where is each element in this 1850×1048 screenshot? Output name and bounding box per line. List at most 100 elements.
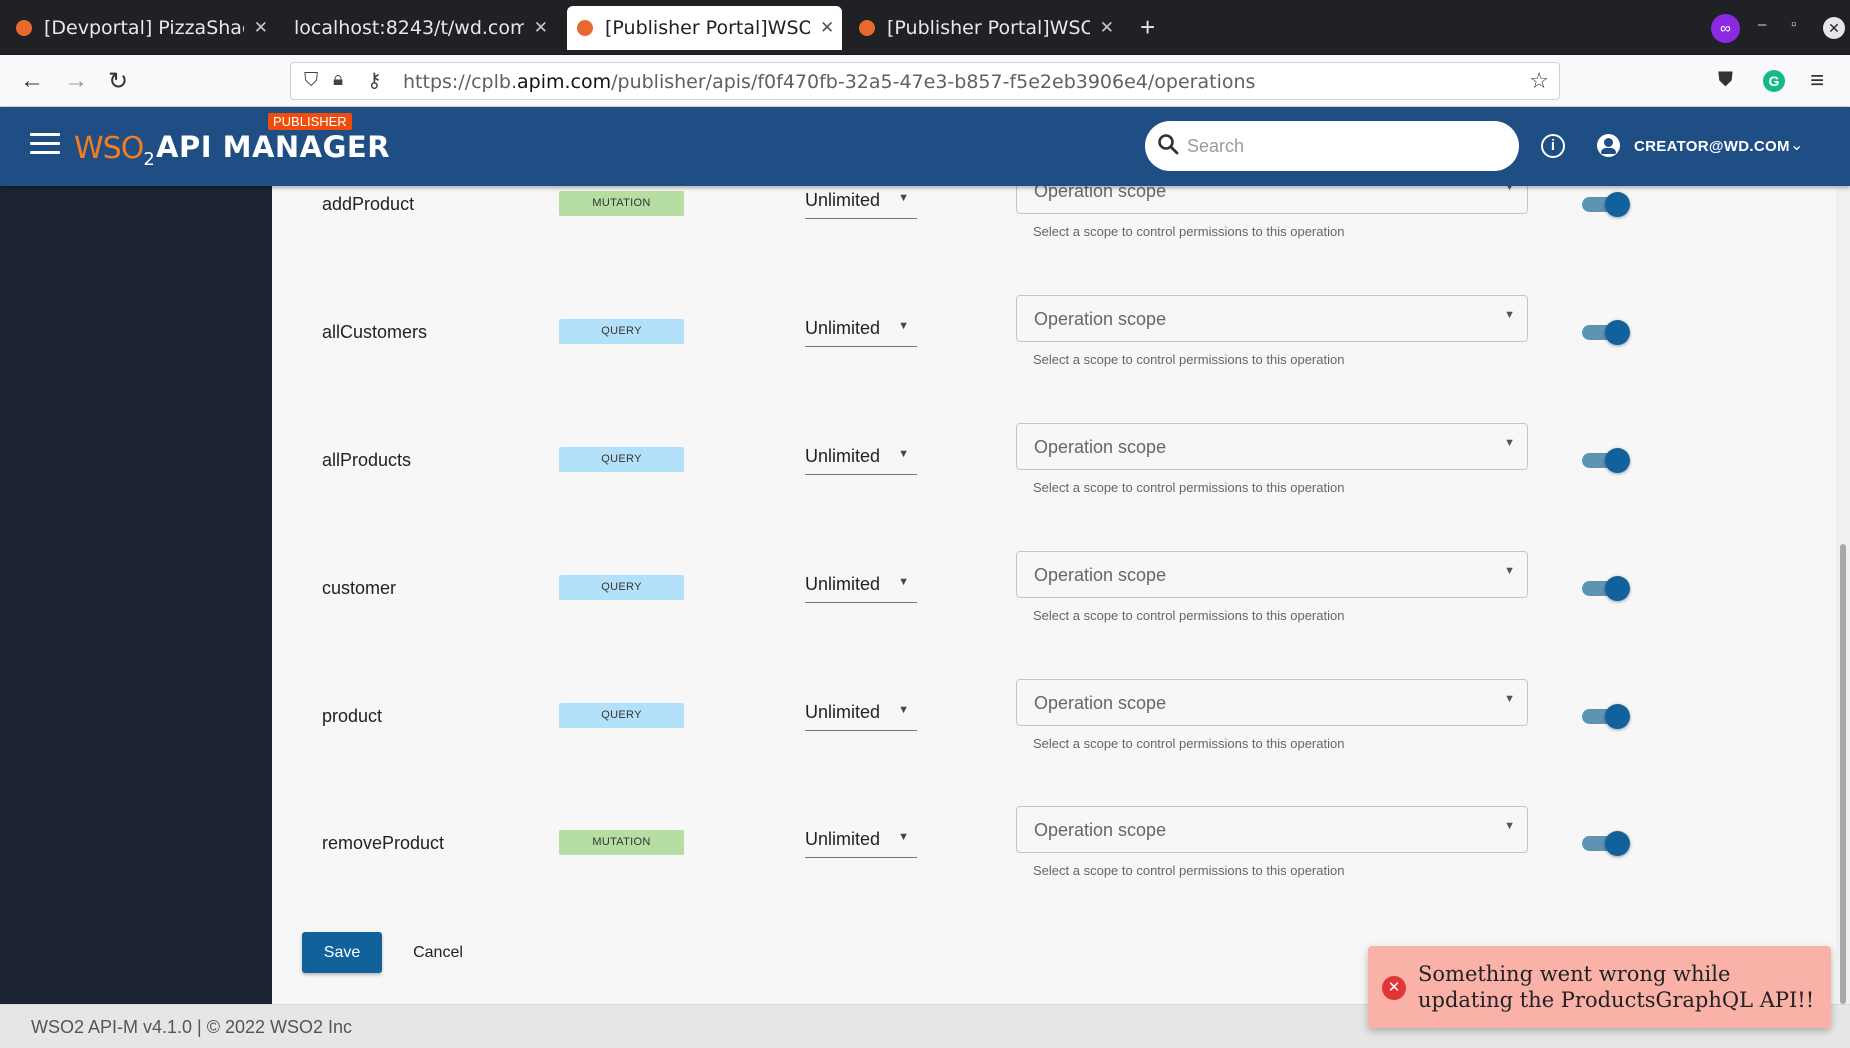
wso2-favicon-icon xyxy=(577,20,593,36)
operation-scope-select[interactable]: Operation scope ▼ xyxy=(1016,295,1528,342)
bookmark-star-icon[interactable]: ☆ xyxy=(1529,68,1549,94)
account-icon[interactable] xyxy=(1597,134,1620,157)
private-browsing-icon: ∞ xyxy=(1711,14,1740,43)
scrollbar-thumb[interactable] xyxy=(1840,544,1846,1004)
wso2-favicon-icon xyxy=(16,20,32,36)
operation-row: customer QUERY Unlimited ▼ Operation sco… xyxy=(272,551,1832,658)
dropdown-arrow-icon: ▼ xyxy=(1504,820,1515,832)
chevron-down-icon[interactable]: ⌄ xyxy=(1790,135,1803,155)
dropdown-arrow-icon: ▼ xyxy=(898,448,909,460)
dropdown-arrow-icon: ▼ xyxy=(898,704,909,716)
dropdown-arrow-icon: ▼ xyxy=(1504,565,1515,577)
dropdown-arrow-icon: ▼ xyxy=(1504,437,1515,449)
security-toggle[interactable] xyxy=(1582,192,1630,217)
close-tab-icon[interactable]: ✕ xyxy=(820,18,834,38)
browser-tab-bar: [Devportal] PizzaShackAPI ✕ localhost:82… xyxy=(0,0,1850,55)
scope-help-text: Select a scope to control permissions to… xyxy=(1033,863,1345,878)
operation-scope-select[interactable]: Operation scope ▼ xyxy=(1016,423,1528,470)
app-header: WSO2 API MANAGER PUBLISHER Search i CREA… xyxy=(0,107,1850,186)
browser-nav-bar: ← → ↻ ⛉ 🔒︎ ⚷ https://cplb.apim.com/publi… xyxy=(0,55,1850,107)
pocket-icon[interactable]: ⛊ xyxy=(1718,69,1733,92)
forward-icon[interactable]: → xyxy=(64,67,88,95)
close-tab-icon[interactable]: ✕ xyxy=(1100,18,1114,38)
url-text: https://cplb.apim.com/publisher/apis/f0f… xyxy=(403,71,1256,93)
operation-scope-select[interactable]: Operation scope ▼ xyxy=(1016,551,1528,598)
grammarly-icon[interactable]: G xyxy=(1763,70,1785,92)
info-icon[interactable]: i xyxy=(1541,134,1565,158)
scope-help-text: Select a scope to control permissions to… xyxy=(1033,224,1345,239)
dropdown-arrow-icon: ▼ xyxy=(898,192,909,204)
operation-type-badge: QUERY xyxy=(559,575,684,600)
dropdown-arrow-icon: ▼ xyxy=(1504,309,1515,321)
operation-type-badge: MUTATION xyxy=(559,830,684,855)
dropdown-arrow-icon: ▼ xyxy=(898,576,909,588)
address-bar[interactable]: ⛉ 🔒︎ ⚷ https://cplb.apim.com/publisher/a… xyxy=(290,62,1560,100)
error-icon: ✕ xyxy=(1382,976,1406,1000)
operation-row: removeProduct MUTATION Unlimited ▼ Opera… xyxy=(272,806,1832,913)
operation-scope-select[interactable]: Operation scope ▼ xyxy=(1016,679,1528,726)
key-icon[interactable]: ⚷ xyxy=(367,68,382,93)
back-icon[interactable]: ← xyxy=(20,67,44,95)
operation-scope-select[interactable]: Operation scope ▼ xyxy=(1016,806,1528,853)
rate-limit-select[interactable]: Unlimited ▼ xyxy=(805,568,917,603)
publisher-badge: PUBLISHER xyxy=(268,113,352,130)
operation-type-badge: MUTATION xyxy=(559,191,684,216)
menu-icon[interactable] xyxy=(30,133,60,157)
reload-icon[interactable]: ↻ xyxy=(108,67,128,96)
cancel-button[interactable]: Cancel xyxy=(402,932,474,973)
close-tab-icon[interactable]: ✕ xyxy=(534,18,548,38)
user-menu[interactable]: CREATOR@WD.COM xyxy=(1634,138,1790,155)
browser-tab-devportal[interactable]: [Devportal] PizzaShackAPI ✕ xyxy=(14,6,268,50)
operation-row: allProducts QUERY Unlimited ▼ Operation … xyxy=(272,423,1832,530)
lock-icon[interactable]: 🔒︎ xyxy=(333,69,343,91)
dropdown-arrow-icon: ▼ xyxy=(1504,693,1515,705)
operation-name: customer xyxy=(322,578,397,598)
operation-row: addProduct MUTATION Unlimited ▼ Operatio… xyxy=(272,167,1832,274)
browser-tab-publisher-active[interactable]: [Publisher Portal]WSO2 A ✕ xyxy=(567,6,842,50)
error-toast[interactable]: ✕ Something went wrong while updating th… xyxy=(1368,946,1831,1028)
page-scrollbar[interactable] xyxy=(1836,186,1850,1004)
rate-limit-select[interactable]: Unlimited ▼ xyxy=(805,823,917,858)
rate-limit-select[interactable]: Unlimited ▼ xyxy=(805,440,917,475)
operation-name: removeProduct xyxy=(322,833,445,853)
search-icon xyxy=(1158,134,1179,155)
browser-tab-localhost[interactable]: localhost:8243/t/wd.com/sw ✕ xyxy=(294,6,548,50)
product-name: API MANAGER xyxy=(156,130,391,164)
dropdown-arrow-icon: ▼ xyxy=(898,320,909,332)
app-menu-icon[interactable]: ≡ xyxy=(1810,67,1824,95)
operation-type-badge: QUERY xyxy=(559,319,684,344)
security-toggle[interactable] xyxy=(1582,320,1630,345)
search-input[interactable]: Search xyxy=(1145,121,1519,171)
save-button[interactable]: Save xyxy=(302,932,382,973)
dropdown-arrow-icon: ▼ xyxy=(898,831,909,843)
wso2-logo: WSO2 xyxy=(74,131,155,170)
close-tab-icon[interactable]: ✕ xyxy=(254,18,268,38)
left-sidebar xyxy=(0,186,272,1004)
rate-limit-select[interactable]: Unlimited ▼ xyxy=(805,184,917,219)
scope-help-text: Select a scope to control permissions to… xyxy=(1033,480,1345,495)
operation-name: product xyxy=(322,706,383,726)
rate-limit-select[interactable]: Unlimited ▼ xyxy=(805,312,917,347)
toast-message: Something went wrong while updating the … xyxy=(1418,962,1815,1012)
scope-help-text: Select a scope to control permissions to… xyxy=(1033,736,1345,751)
security-toggle[interactable] xyxy=(1582,704,1630,729)
security-toggle[interactable] xyxy=(1582,576,1630,601)
minimize-window-button[interactable]: – xyxy=(1758,16,1766,33)
operation-name: allCustomers xyxy=(322,322,428,342)
operation-type-badge: QUERY xyxy=(559,703,684,728)
browser-tab-publisher[interactable]: [Publisher Portal]WSO2 A ✕ xyxy=(859,6,1114,50)
shield-icon[interactable]: ⛉ xyxy=(304,70,318,92)
maximize-window-button[interactable]: ▫ xyxy=(1791,16,1796,33)
operation-name: allProducts xyxy=(322,450,412,470)
operation-row: product QUERY Unlimited ▼ Operation scop… xyxy=(272,679,1832,786)
close-window-button[interactable]: ✕ xyxy=(1823,17,1845,39)
footer-text: WSO2 API-M v4.1.0 | © 2022 WSO2 Inc xyxy=(31,1017,353,1037)
operation-type-badge: QUERY xyxy=(559,447,684,472)
security-toggle[interactable] xyxy=(1582,448,1630,473)
rate-limit-select[interactable]: Unlimited ▼ xyxy=(805,696,917,731)
new-tab-button[interactable]: + xyxy=(1140,12,1155,43)
security-toggle[interactable] xyxy=(1582,831,1630,856)
operation-name: addProduct xyxy=(322,194,415,214)
wso2-favicon-icon xyxy=(859,20,875,36)
scope-help-text: Select a scope to control permissions to… xyxy=(1033,608,1345,623)
